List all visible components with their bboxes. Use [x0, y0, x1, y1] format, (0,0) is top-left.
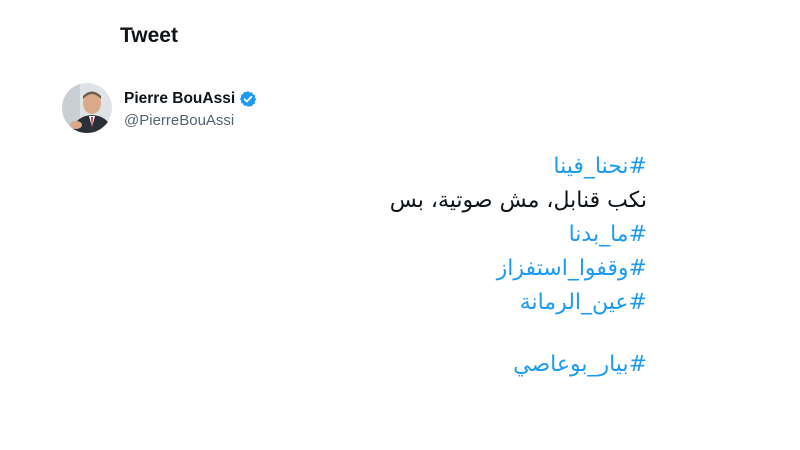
hashtag-link[interactable]: #وقفوا_استفزاز [47, 252, 647, 286]
hashtag-link[interactable]: #نحنا_فينا [47, 150, 647, 184]
verified-badge-icon [239, 90, 257, 108]
avatar[interactable] [62, 83, 112, 133]
hashtag-link[interactable]: #عين_الرمانة [47, 286, 647, 320]
page-title: Tweet [120, 24, 178, 47]
hashtag-link[interactable]: #ما_بدنا [47, 218, 647, 252]
tweet-text: #نحنا_فينا نكب قنابل، مش صوتية، بس #ما_ب… [47, 150, 647, 382]
tweet-page: Tweet Pierre BouAssi @PierreBouAssi #نحن… [0, 0, 800, 450]
line-spacer [47, 320, 647, 348]
display-name-row: Pierre BouAssi [124, 88, 257, 110]
hashtag-link[interactable]: #بيار_بوعاصي [47, 348, 647, 382]
display-name[interactable]: Pierre BouAssi [124, 90, 235, 108]
avatar-image [62, 83, 112, 133]
author-handle[interactable]: @PierreBouAssi [124, 112, 257, 129]
tweet-author: Pierre BouAssi @PierreBouAssi [62, 80, 257, 136]
tweet-text-line: نكب قنابل، مش صوتية، بس [389, 188, 647, 213]
author-names: Pierre BouAssi @PierreBouAssi [124, 88, 257, 129]
